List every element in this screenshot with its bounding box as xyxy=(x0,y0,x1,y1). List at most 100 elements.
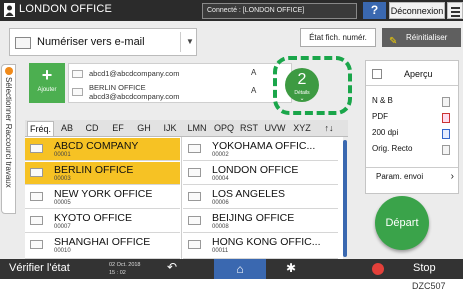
send-settings-label: Param. envoi xyxy=(376,172,424,181)
tab-opq[interactable]: OPQ xyxy=(211,121,237,136)
tab-ijk[interactable]: IJK xyxy=(158,121,182,136)
eraser-icon: ✎ xyxy=(389,36,398,47)
address-entry-abcd-company[interactable]: ABCD COMPANY 00001 xyxy=(25,138,180,161)
add-label: Ajouter xyxy=(37,87,57,93)
envelope-icon xyxy=(30,240,43,249)
destination-name: BERLIN OFFICE xyxy=(89,83,146,92)
date-time: 02 Oct. 2018 15 : 02 xyxy=(109,261,141,277)
setting-orientation[interactable]: Orig. Recto xyxy=(372,144,452,158)
divider xyxy=(181,137,182,259)
pdf-icon xyxy=(442,113,450,123)
file-type-value: PDF xyxy=(372,112,388,121)
entry-number: 00004 xyxy=(212,176,229,182)
file-status-button[interactable]: État fich. numér. xyxy=(300,28,376,47)
destination-line: abcd1@abcdcompany.com xyxy=(89,69,180,78)
reset-label: Réinitialiser xyxy=(406,33,448,42)
entry-number: 00010 xyxy=(54,248,71,254)
destination-entry[interactable]: abcd1@abcdcompany.com A xyxy=(71,65,261,84)
tab-ab[interactable]: AB xyxy=(56,121,78,136)
entry-number: 00011 xyxy=(212,248,229,254)
add-destination-button[interactable]: + Ajouter xyxy=(29,63,65,103)
resolution-value: 200 dpi xyxy=(372,128,399,137)
tab-rst[interactable]: RST xyxy=(237,121,261,136)
color-value: N & B xyxy=(372,96,393,105)
entry-number: 00002 xyxy=(212,152,229,158)
shortcut-side-tab[interactable]: Sélectionner Raccourci travaux xyxy=(1,64,16,214)
entry-name: BEIJING OFFICE xyxy=(212,212,295,224)
sort-icon[interactable]: ↑↓ xyxy=(318,121,340,136)
menu-icon[interactable] xyxy=(447,2,463,19)
address-entry-yokohama[interactable]: YOKOHAMA OFFIC... 00002 xyxy=(183,138,338,161)
color-mode-icon xyxy=(442,97,450,107)
date: 02 Oct. 2018 xyxy=(109,262,141,268)
entry-number: 00008 xyxy=(212,224,229,230)
tab-xyz[interactable]: XYZ xyxy=(289,121,315,136)
entry-name: SHANGHAI OFFICE xyxy=(54,236,151,248)
shortcut-icon xyxy=(5,67,13,75)
user-name: LONDON OFFICE xyxy=(19,3,113,15)
destination-field[interactable]: abcd1@abcdcompany.com A BERLIN OFFICE ab… xyxy=(68,63,292,103)
send-settings-button[interactable]: Param. envoi › xyxy=(366,167,458,185)
image-code: DZC507 xyxy=(412,281,446,291)
entry-name: YOKOHAMA OFFIC... xyxy=(212,140,316,152)
function-select-label: Numériser vers e-mail xyxy=(37,36,145,48)
time: 15 : 02 xyxy=(109,270,126,276)
help-button[interactable]: ? xyxy=(363,2,386,19)
start-button[interactable]: Départ xyxy=(375,196,429,250)
envelope-icon xyxy=(188,192,201,201)
envelope-icon xyxy=(188,168,201,177)
address-entry-hong-kong[interactable]: HONG KONG OFFIC... 00011 xyxy=(183,234,338,259)
one-sided-icon xyxy=(442,145,450,155)
address-entry-shanghai[interactable]: SHANGHAI OFFICE 00010 xyxy=(25,234,180,259)
stop-icon[interactable] xyxy=(372,263,384,275)
home-button[interactable]: ⌂ xyxy=(214,259,266,279)
divider xyxy=(180,32,181,52)
setting-file-type[interactable]: PDF xyxy=(372,112,452,126)
entry-name: HONG KONG OFFIC... xyxy=(212,236,321,248)
chevron-right-icon: › xyxy=(450,171,454,182)
preview-toggle[interactable]: Aperçu xyxy=(366,62,458,86)
address-entry-beijing[interactable]: BEIJING OFFICE 00008 xyxy=(183,210,338,233)
entry-name: NEW YORK OFFICE xyxy=(54,188,153,200)
envelope-icon xyxy=(188,216,201,225)
envelope-icon xyxy=(72,88,83,96)
check-status-button[interactable]: Vérifier l'état xyxy=(9,262,70,274)
tab-cd[interactable]: CD xyxy=(81,121,103,136)
user-icon xyxy=(4,3,15,17)
setting-color[interactable]: N & B xyxy=(372,96,452,110)
system-bar: Vérifier l'état 02 Oct. 2018 15 : 02 ↶ ⌂… xyxy=(0,259,463,279)
destination-entry[interactable]: BERLIN OFFICE abcd3@abcdcompany.com A xyxy=(71,83,261,102)
reset-button[interactable]: ✎ Réinitialiser xyxy=(382,28,461,47)
function-select[interactable]: Numériser vers e-mail ▼ xyxy=(9,28,197,56)
address-entry-kyoto[interactable]: KYOTO OFFICE 00007 xyxy=(25,210,180,233)
tab-lmn[interactable]: LMN xyxy=(184,121,210,136)
tab-freq[interactable]: Fréq. xyxy=(27,121,54,136)
list-scrollbar[interactable] xyxy=(343,140,347,257)
address-entry-new-york[interactable]: NEW YORK OFFICE 00005 xyxy=(25,186,180,209)
entry-number: 00006 xyxy=(212,200,229,206)
envelope-icon xyxy=(30,144,43,153)
tab-gh[interactable]: GH xyxy=(133,121,155,136)
envelope-icon xyxy=(188,144,201,153)
address-entry-london[interactable]: LONDON OFFICE 00004 xyxy=(183,162,338,185)
envelope-icon xyxy=(188,240,201,249)
setting-resolution[interactable]: 200 dpi xyxy=(372,128,452,142)
back-icon[interactable]: ↶ xyxy=(167,260,177,274)
envelope-icon xyxy=(15,37,31,49)
tab-uvw[interactable]: UVW xyxy=(261,121,289,136)
stop-button[interactable]: Stop xyxy=(413,262,436,274)
logout-button[interactable]: Déconnexion xyxy=(389,2,445,19)
address-entry-los-angeles[interactable]: LOS ANGELES 00006 xyxy=(183,186,338,209)
address-entry-berlin[interactable]: BERLIN OFFICE 00003 xyxy=(25,162,180,185)
checkbox-icon xyxy=(372,69,382,79)
side-tab-label: Sélectionner Raccourci travaux xyxy=(4,77,13,188)
gear-icon[interactable]: ✱ xyxy=(286,261,296,275)
entry-number: 00007 xyxy=(54,224,71,230)
preview-label: Aperçu xyxy=(404,69,433,79)
callout-highlight xyxy=(273,56,352,115)
tab-ef[interactable]: EF xyxy=(107,121,129,136)
entry-number: 00003 xyxy=(54,176,71,182)
title-bar: LONDON OFFICE Connecté : [LONDON OFFICE]… xyxy=(0,0,463,21)
entry-name: BERLIN OFFICE xyxy=(54,164,134,176)
dropdown-arrow-icon: ▼ xyxy=(186,37,194,46)
